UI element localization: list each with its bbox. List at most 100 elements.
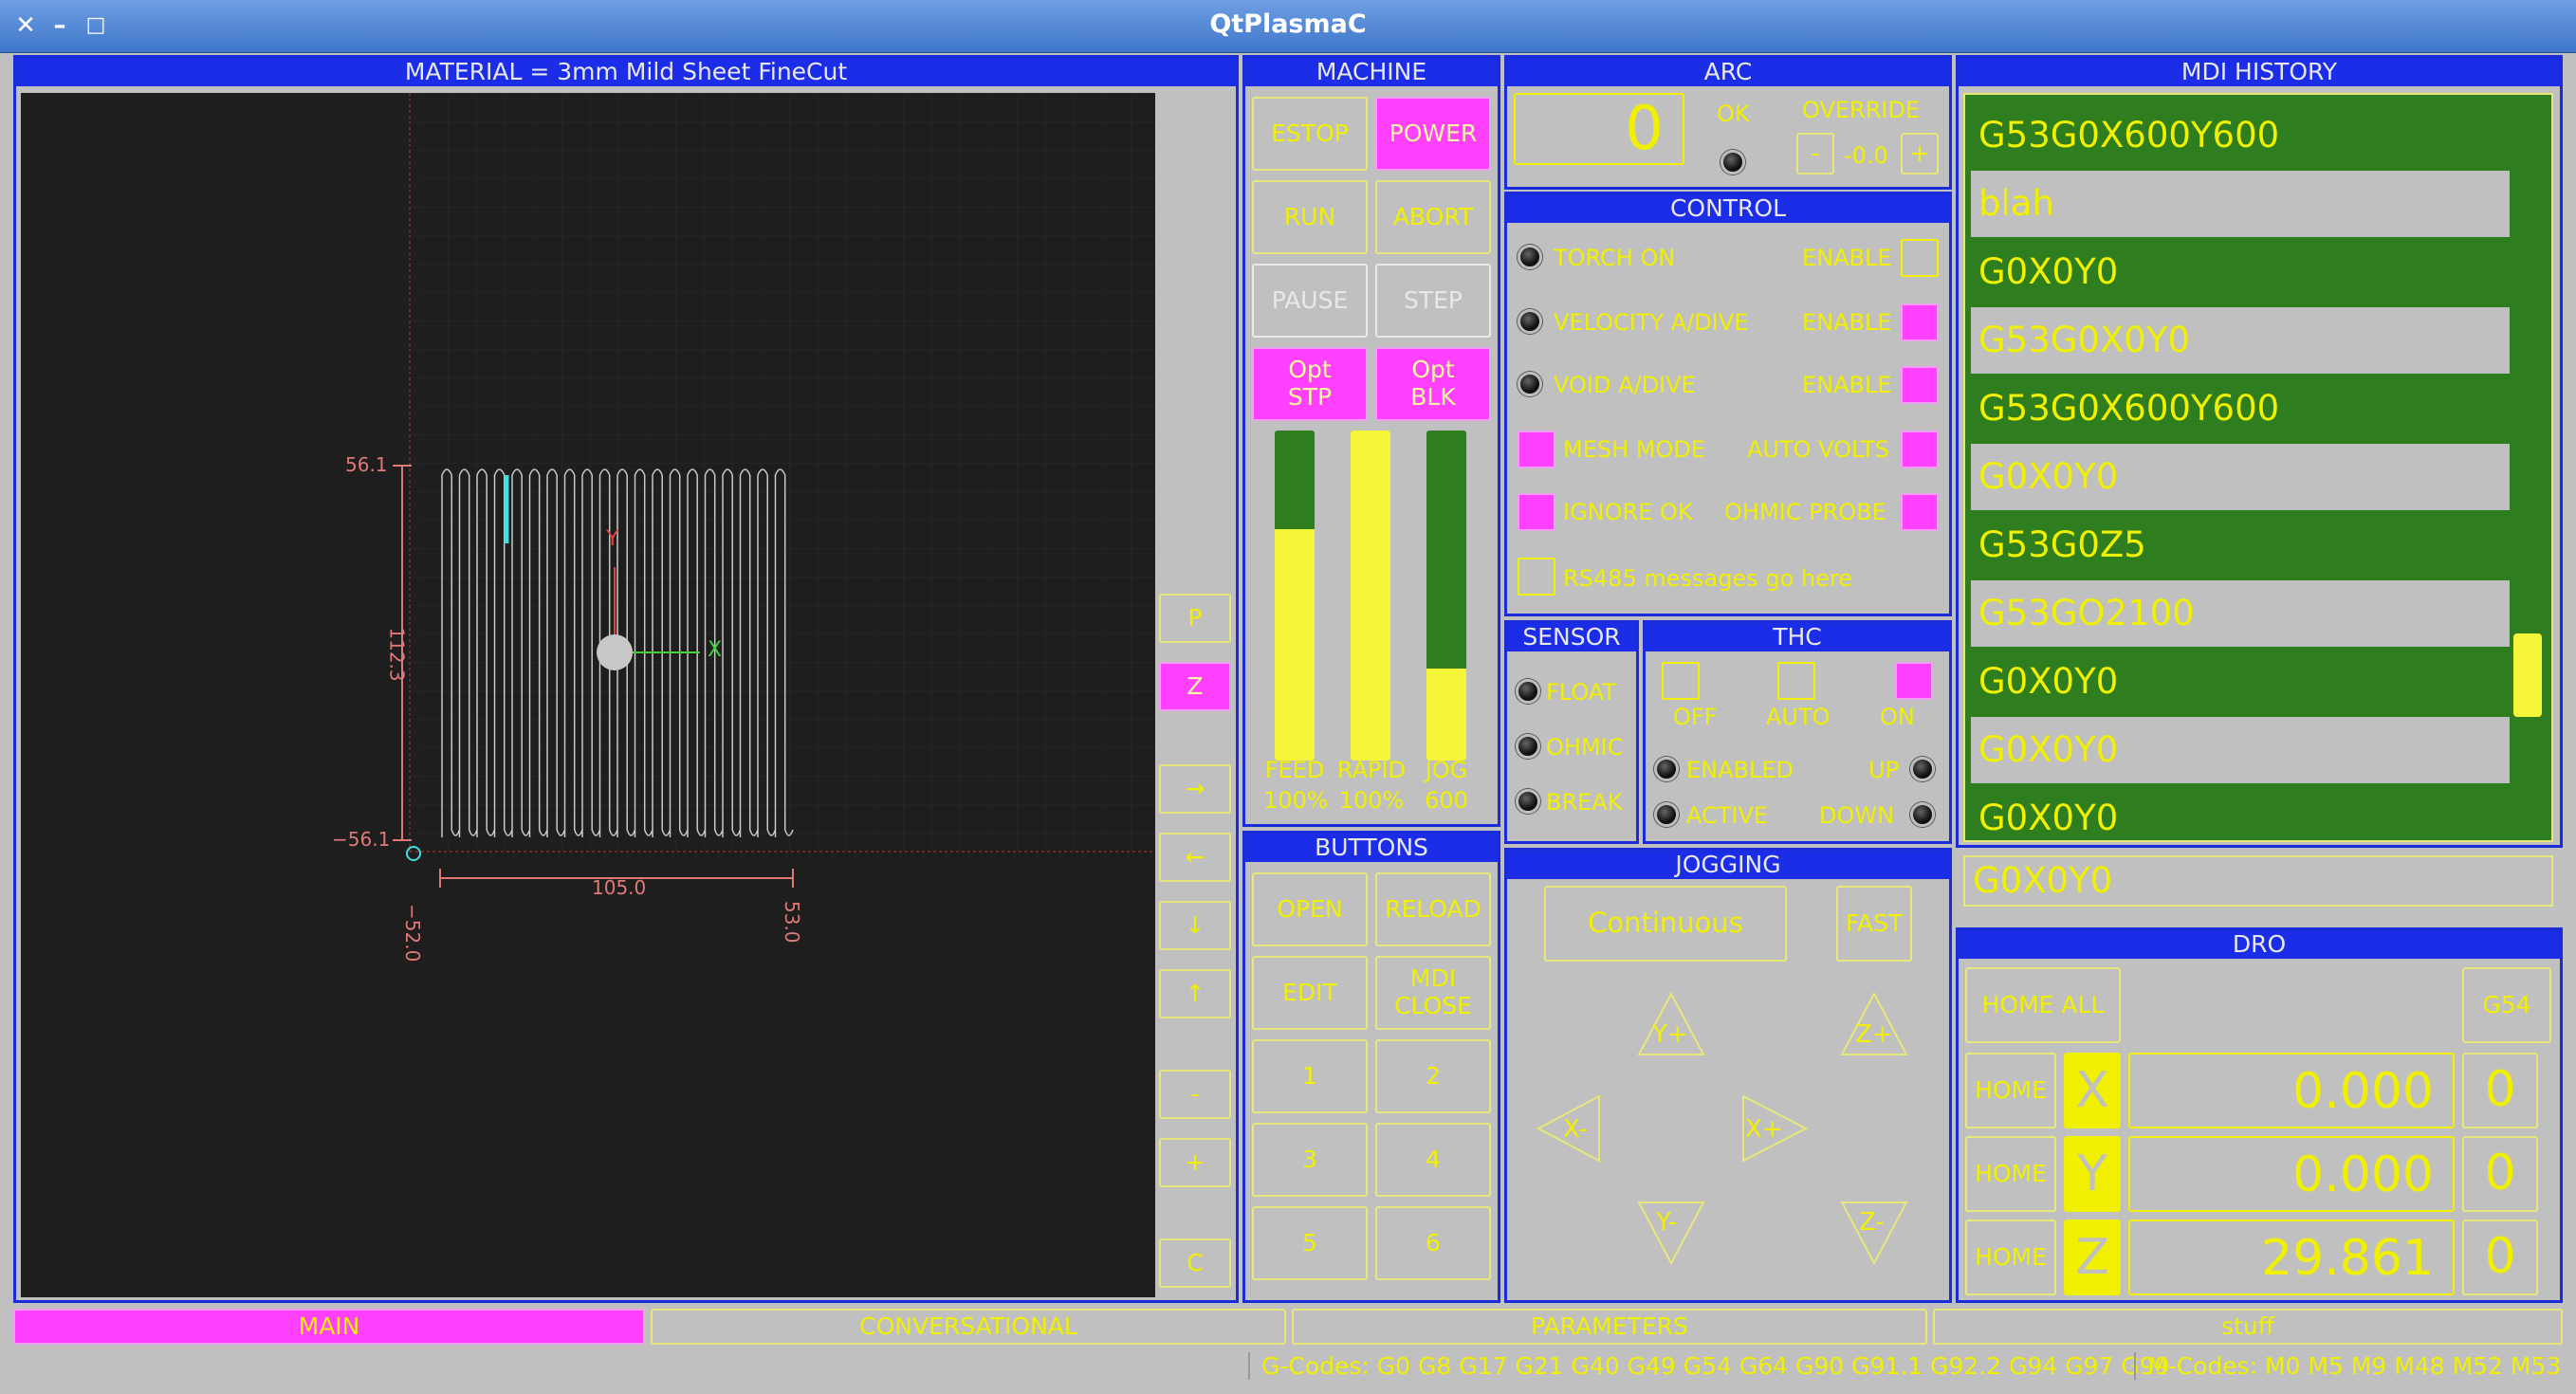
home-y-button[interactable]: HOME xyxy=(1965,1136,2056,1212)
mdi-history-item[interactable]: G0X0Y0 xyxy=(1971,649,2510,715)
ohmic-probe-checkbox[interactable] xyxy=(1901,493,1939,531)
user-button-3[interactable]: 3 xyxy=(1252,1123,1368,1197)
mdi-history-item[interactable]: G0X0Y0 xyxy=(1971,717,2510,783)
torch-on-label: TORCH ON xyxy=(1554,245,1676,271)
zoom-in-button[interactable]: + xyxy=(1159,1138,1231,1187)
mdi-history-item[interactable]: G53G0X0Y0 xyxy=(1971,307,2510,374)
pause-button[interactable]: PAUSE xyxy=(1252,264,1368,338)
ignore-ok-label: IGNORE OK xyxy=(1563,499,1693,525)
zero-y-button[interactable]: 0 xyxy=(2462,1136,2538,1212)
z-position: 29.861 xyxy=(2128,1220,2455,1295)
step-button[interactable]: STEP xyxy=(1375,264,1491,338)
velocity-label: VELOCITY A/DIVE xyxy=(1554,309,1749,336)
home-x-button[interactable]: HOME xyxy=(1965,1053,2056,1128)
jog-z-plus-button[interactable]: Z+ xyxy=(1855,1020,1893,1049)
gcode-preview[interactable]: 56.1 −56.1 112.3 105.0 −52.0 53.0 Y X xyxy=(21,93,1155,1297)
mdi-history-item[interactable]: G53G0Z5 xyxy=(1971,512,2510,578)
mesh-mode-checkbox[interactable] xyxy=(1518,431,1555,468)
window-title: QtPlasmaC xyxy=(1209,9,1367,39)
home-all-button[interactable]: HOME ALL xyxy=(1965,967,2121,1043)
estop-button[interactable]: ESTOP xyxy=(1252,97,1368,171)
thc-auto-checkbox[interactable] xyxy=(1777,662,1815,700)
optional-stop-button[interactable]: Opt STP xyxy=(1252,347,1368,421)
run-button[interactable]: RUN xyxy=(1252,180,1368,254)
rapid-override-slider[interactable] xyxy=(1351,431,1390,761)
jog-fast-button[interactable]: FAST xyxy=(1836,886,1912,962)
torch-on-led xyxy=(1518,245,1542,269)
pan-down-button[interactable]: ↓ xyxy=(1159,901,1231,950)
velocity-enable-checkbox[interactable] xyxy=(1901,303,1939,341)
thc-off-checkbox[interactable] xyxy=(1662,662,1700,700)
jog-speed-slider[interactable] xyxy=(1426,431,1466,761)
tab-main[interactable]: MAIN xyxy=(13,1309,645,1345)
zero-z-button[interactable]: 0 xyxy=(2462,1220,2538,1295)
thc-on-checkbox[interactable] xyxy=(1895,662,1933,700)
mdi-history-item[interactable]: G0X0Y0 xyxy=(1971,239,2510,305)
pan-up-button[interactable]: ↑ xyxy=(1159,969,1231,1018)
mdi-history-item[interactable]: G0X0Y0 xyxy=(1971,785,2510,838)
reload-button[interactable]: RELOAD xyxy=(1375,872,1491,946)
thc-active-led xyxy=(1654,802,1679,827)
mdi-history-item[interactable]: blah xyxy=(1971,171,2510,237)
mdi-input[interactable]: G0X0Y0 xyxy=(1963,855,2553,907)
home-z-button[interactable]: HOME xyxy=(1965,1220,2056,1295)
power-button[interactable]: POWER xyxy=(1375,97,1491,171)
user-button-6[interactable]: 6 xyxy=(1375,1206,1491,1280)
override-plus-button[interactable]: + xyxy=(1901,133,1939,174)
user-button-4[interactable]: 4 xyxy=(1375,1123,1491,1197)
torch-enable-checkbox[interactable] xyxy=(1901,239,1939,277)
mdi-history-item[interactable]: G53G0X600Y600 xyxy=(1971,376,2510,442)
mdi-history-item[interactable]: G0X0Y0 xyxy=(1971,444,2510,510)
dim-height-label: 112.3 xyxy=(385,627,409,682)
open-button[interactable]: OPEN xyxy=(1252,872,1368,946)
feed-label: FEED xyxy=(1264,757,1325,783)
jog-value: 600 xyxy=(1425,787,1468,814)
feed-override-slider[interactable] xyxy=(1275,431,1315,761)
tab-conversational[interactable]: CONVERSATIONAL xyxy=(651,1309,1286,1345)
pan-left-button[interactable]: ← xyxy=(1159,833,1231,882)
jog-y-minus-button[interactable]: Y- xyxy=(1656,1208,1677,1237)
edit-button[interactable]: EDIT xyxy=(1252,956,1368,1030)
optional-block-button[interactable]: Opt BLK xyxy=(1375,347,1491,421)
pan-right-button[interactable]: → xyxy=(1159,764,1231,814)
view-p-button[interactable]: P xyxy=(1159,594,1231,643)
ignore-ok-checkbox[interactable] xyxy=(1518,493,1555,531)
axis-x-label: X xyxy=(708,638,723,662)
void-enable-checkbox[interactable] xyxy=(1901,366,1939,404)
x-axis-label: X xyxy=(2064,1053,2121,1128)
user-button-1[interactable]: 1 xyxy=(1252,1039,1368,1113)
override-value: -0.0 xyxy=(1844,142,1888,169)
zoom-out-button[interactable]: - xyxy=(1159,1070,1231,1119)
buttons-header: BUTTONS xyxy=(1245,834,1498,862)
clear-preview-button[interactable]: C xyxy=(1159,1238,1231,1288)
dim-right-label: 53.0 xyxy=(781,901,803,944)
tab-parameters[interactable]: PARAMETERS xyxy=(1292,1309,1927,1345)
mdi-history-item[interactable]: G53GO2100 xyxy=(1971,580,2510,647)
zero-x-button[interactable]: 0 xyxy=(2462,1053,2538,1128)
dim-width-label: 105.0 xyxy=(592,876,647,899)
jog-x-plus-button[interactable]: X+ xyxy=(1745,1115,1783,1144)
tab-stuff[interactable]: stuff xyxy=(1933,1309,2563,1345)
mdi-scrollbar-handle[interactable] xyxy=(2513,633,2542,717)
jog-y-plus-button[interactable]: Y+ xyxy=(1652,1020,1688,1049)
mdi-close-button[interactable]: MDI CLOSE xyxy=(1375,956,1491,1030)
jog-x-minus-button[interactable]: X- xyxy=(1563,1115,1588,1144)
override-minus-button[interactable]: - xyxy=(1796,133,1834,174)
rs485-checkbox[interactable] xyxy=(1518,558,1555,596)
user-button-5[interactable]: 5 xyxy=(1252,1206,1368,1280)
arc-voltage-display: 0 xyxy=(1514,93,1684,165)
view-z-button[interactable]: Z xyxy=(1159,662,1231,711)
ohmic-led xyxy=(1516,734,1540,759)
jog-z-minus-button[interactable]: Z- xyxy=(1859,1208,1885,1237)
feed-value: 100% xyxy=(1263,787,1329,814)
mdi-history-item[interactable]: G53G0X600Y600 xyxy=(1971,102,2510,169)
y-position: 0.000 xyxy=(2128,1136,2455,1212)
mdi-history-header: MDI HISTORY xyxy=(1959,58,2560,86)
auto-volts-checkbox[interactable] xyxy=(1901,431,1939,468)
work-offset-button[interactable]: G54 xyxy=(2462,967,2551,1043)
abort-button[interactable]: ABORT xyxy=(1375,180,1491,254)
jog-mode-button[interactable]: Continuous xyxy=(1544,886,1787,962)
float-label: FLOAT xyxy=(1546,679,1617,706)
thc-active-label: ACTIVE xyxy=(1686,802,1769,829)
user-button-2[interactable]: 2 xyxy=(1375,1039,1491,1113)
